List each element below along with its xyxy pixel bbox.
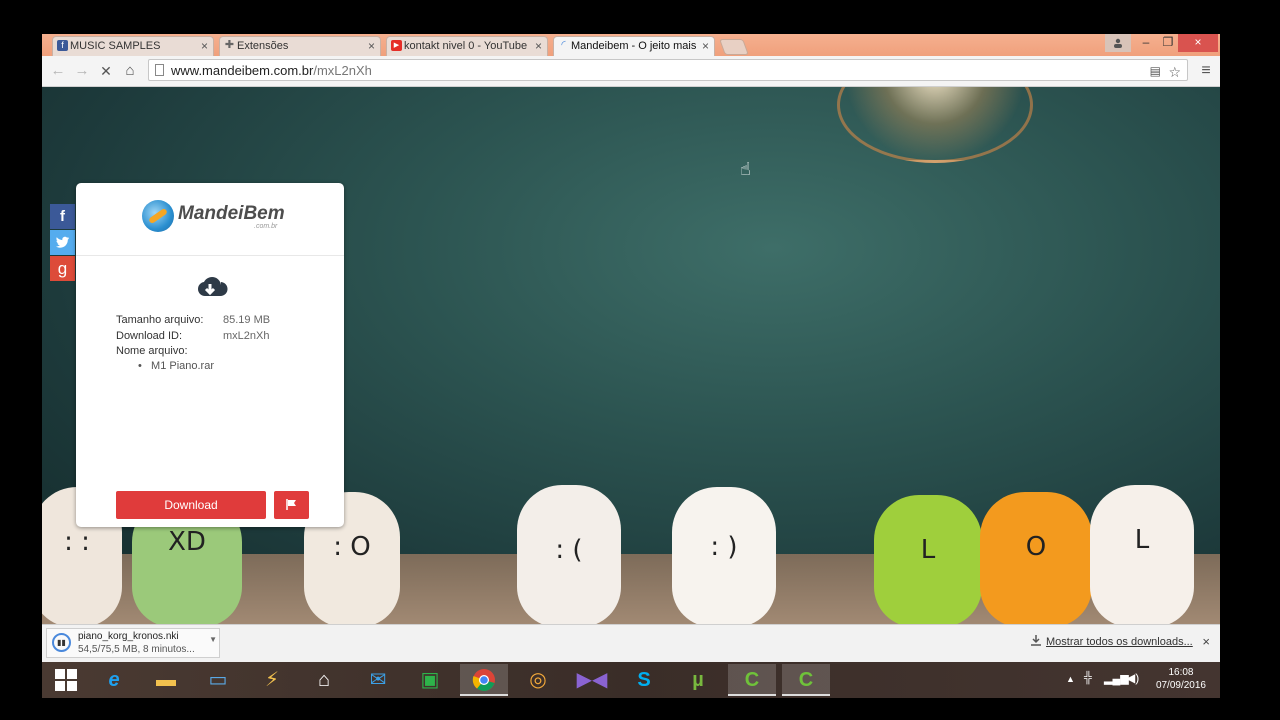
- address-bar[interactable]: www.mandeibem.com.br/mxL2nXh ▤ ☆: [148, 59, 1188, 81]
- pill-character: O: [980, 492, 1092, 624]
- clock-date: 07/09/2016: [1155, 680, 1206, 691]
- star-icon[interactable]: ☆: [1168, 64, 1181, 81]
- download-id-value: mxL2nXh: [223, 330, 270, 342]
- logo-subtext: .com.br: [254, 223, 278, 230]
- size-value: 85.19 MB: [223, 314, 271, 326]
- tab-title: Extensões: [237, 40, 289, 52]
- card-header: MandeiBem .com.br: [76, 183, 344, 256]
- file-list-item: • M1 Piano.rar: [138, 360, 215, 372]
- close-window-button[interactable]: ×: [1178, 34, 1218, 52]
- download-button[interactable]: Download: [116, 491, 266, 519]
- tab-title: Mandeibem - O jeito mais: [571, 40, 697, 52]
- file-explorer-icon[interactable]: ▬: [142, 664, 190, 696]
- monitor-app-icon[interactable]: ▭: [194, 664, 242, 696]
- stop-button[interactable]: ✕: [96, 61, 116, 81]
- internet-explorer-icon[interactable]: e: [90, 664, 138, 696]
- loading-icon: ◜: [561, 39, 566, 51]
- url-text: www.mandeibem.com.br/mxL2nXh: [171, 63, 372, 78]
- file-name-label: Nome arquivo:: [116, 345, 188, 357]
- utorrent-icon[interactable]: µ: [674, 664, 722, 696]
- show-all-downloads-link[interactable]: Mostrar todos os downloads...: [1046, 636, 1193, 648]
- download-file-name: piano_korg_kronos.nki: [78, 631, 179, 642]
- facebook-icon: f: [57, 40, 68, 51]
- user-icon[interactable]: [1105, 34, 1131, 52]
- store-icon[interactable]: ▣: [406, 664, 454, 696]
- background-light: [837, 87, 1033, 163]
- close-tab-icon[interactable]: ×: [201, 37, 208, 55]
- download-item[interactable]: ▮▮ piano_korg_kronos.nki 54,5/75,5 MB, 8…: [46, 628, 220, 658]
- chrome-icon[interactable]: [460, 664, 508, 696]
- tab-title: MUSIC SAMPLES: [70, 40, 161, 52]
- windows-taskbar: e ▬ ▭ ⚡ ⌂ ✉ ▣ ◎ ▶◀ S µ C C ▲ ╬ ▂▄▆ ◀) 16…: [42, 662, 1220, 698]
- browser-toolbar: ← → ✕ ⌂ www.mandeibem.com.br/mxL2nXh ▤ ☆…: [42, 56, 1220, 87]
- camtasia-icon[interactable]: C: [728, 664, 776, 696]
- close-tab-icon[interactable]: ×: [368, 37, 375, 55]
- download-shelf: ▮▮ piano_korg_kronos.nki 54,5/75,5 MB, 8…: [42, 624, 1220, 663]
- volume-icon[interactable]: ◀): [1126, 671, 1139, 685]
- flag-icon: [286, 499, 296, 510]
- size-label: Tamanho arquivo:: [116, 314, 204, 326]
- google-share-button[interactable]: g: [50, 256, 75, 281]
- lightning-app-icon[interactable]: ⚡: [248, 664, 296, 696]
- home-app-icon[interactable]: ⌂: [300, 664, 348, 696]
- tab-title: kontakt nivel 0 - YouTube: [404, 40, 528, 52]
- tray-expand-icon[interactable]: ▲: [1066, 674, 1075, 684]
- pill-character: L: [1090, 485, 1194, 624]
- sync-app-icon[interactable]: ◎: [514, 664, 562, 696]
- logo-text: MandeiBem: [178, 203, 285, 224]
- back-button[interactable]: ←: [48, 61, 68, 81]
- facebook-share-button[interactable]: f: [50, 204, 75, 229]
- pill-character: : (: [517, 485, 621, 624]
- download-icon: [1031, 635, 1041, 646]
- tab-mandeibem[interactable]: ◜ Mandeibem - O jeito mais ×: [553, 36, 715, 56]
- close-tab-icon[interactable]: ×: [702, 37, 709, 55]
- download-status: 54,5/75,5 MB, 8 minutos...: [78, 644, 195, 655]
- close-tab-icon[interactable]: ×: [535, 37, 542, 55]
- tab-youtube[interactable]: ▶ kontakt nivel 0 - YouTube ×: [386, 36, 548, 56]
- new-tab-button[interactable]: [719, 39, 749, 55]
- camtasia-recorder-icon[interactable]: C: [782, 664, 830, 696]
- close-shelf-button[interactable]: ×: [1202, 634, 1210, 649]
- mandeibem-logo-icon: [142, 200, 174, 232]
- system-clock[interactable]: 16:08 07/09/2016: [1156, 666, 1206, 692]
- page-icon: [155, 64, 164, 76]
- mail-app-icon[interactable]: ✉: [354, 664, 402, 696]
- tab-extensions[interactable]: ✚ Extensões ×: [219, 36, 381, 56]
- youtube-icon: ▶: [391, 40, 402, 51]
- page-content: : : XD : O : ( : ) L O L ☝ f g MandeiBem…: [42, 87, 1220, 624]
- translate-icon[interactable]: ▤: [1150, 64, 1161, 78]
- start-button[interactable]: [42, 664, 90, 696]
- visual-studio-icon[interactable]: ▶◀: [568, 664, 616, 696]
- home-button[interactable]: ⌂: [120, 61, 140, 81]
- download-progress-icon: ▮▮: [52, 633, 71, 652]
- clock-time: 16:08: [1168, 667, 1194, 678]
- pill-character: L: [874, 495, 982, 624]
- signal-icon[interactable]: ▂▄▆: [1104, 672, 1129, 685]
- skype-icon[interactable]: S: [620, 664, 668, 696]
- twitter-share-button[interactable]: [50, 230, 75, 255]
- tab-music-samples[interactable]: f MUSIC SAMPLES ×: [52, 36, 214, 56]
- tab-strip: f MUSIC SAMPLES × ✚ Extensões × ▶ kontak…: [42, 34, 1220, 56]
- menu-icon[interactable]: ≡: [1196, 61, 1216, 81]
- chevron-down-icon[interactable]: ▼: [209, 635, 217, 644]
- network-icon[interactable]: ╬: [1084, 672, 1092, 684]
- cloud-download-icon: [197, 277, 228, 297]
- download-id-label: Download ID:: [116, 330, 183, 342]
- download-card: MandeiBem .com.br Tamanho arquivo: 85.19…: [76, 183, 344, 527]
- forward-button[interactable]: →: [72, 61, 92, 81]
- puzzle-icon: ✚: [224, 39, 235, 51]
- hand-cursor-icon: ☝: [740, 159, 751, 179]
- screen: f MUSIC SAMPLES × ✚ Extensões × ▶ kontak…: [42, 34, 1220, 698]
- pill-character: : ): [672, 487, 776, 624]
- report-flag-button[interactable]: [274, 491, 309, 519]
